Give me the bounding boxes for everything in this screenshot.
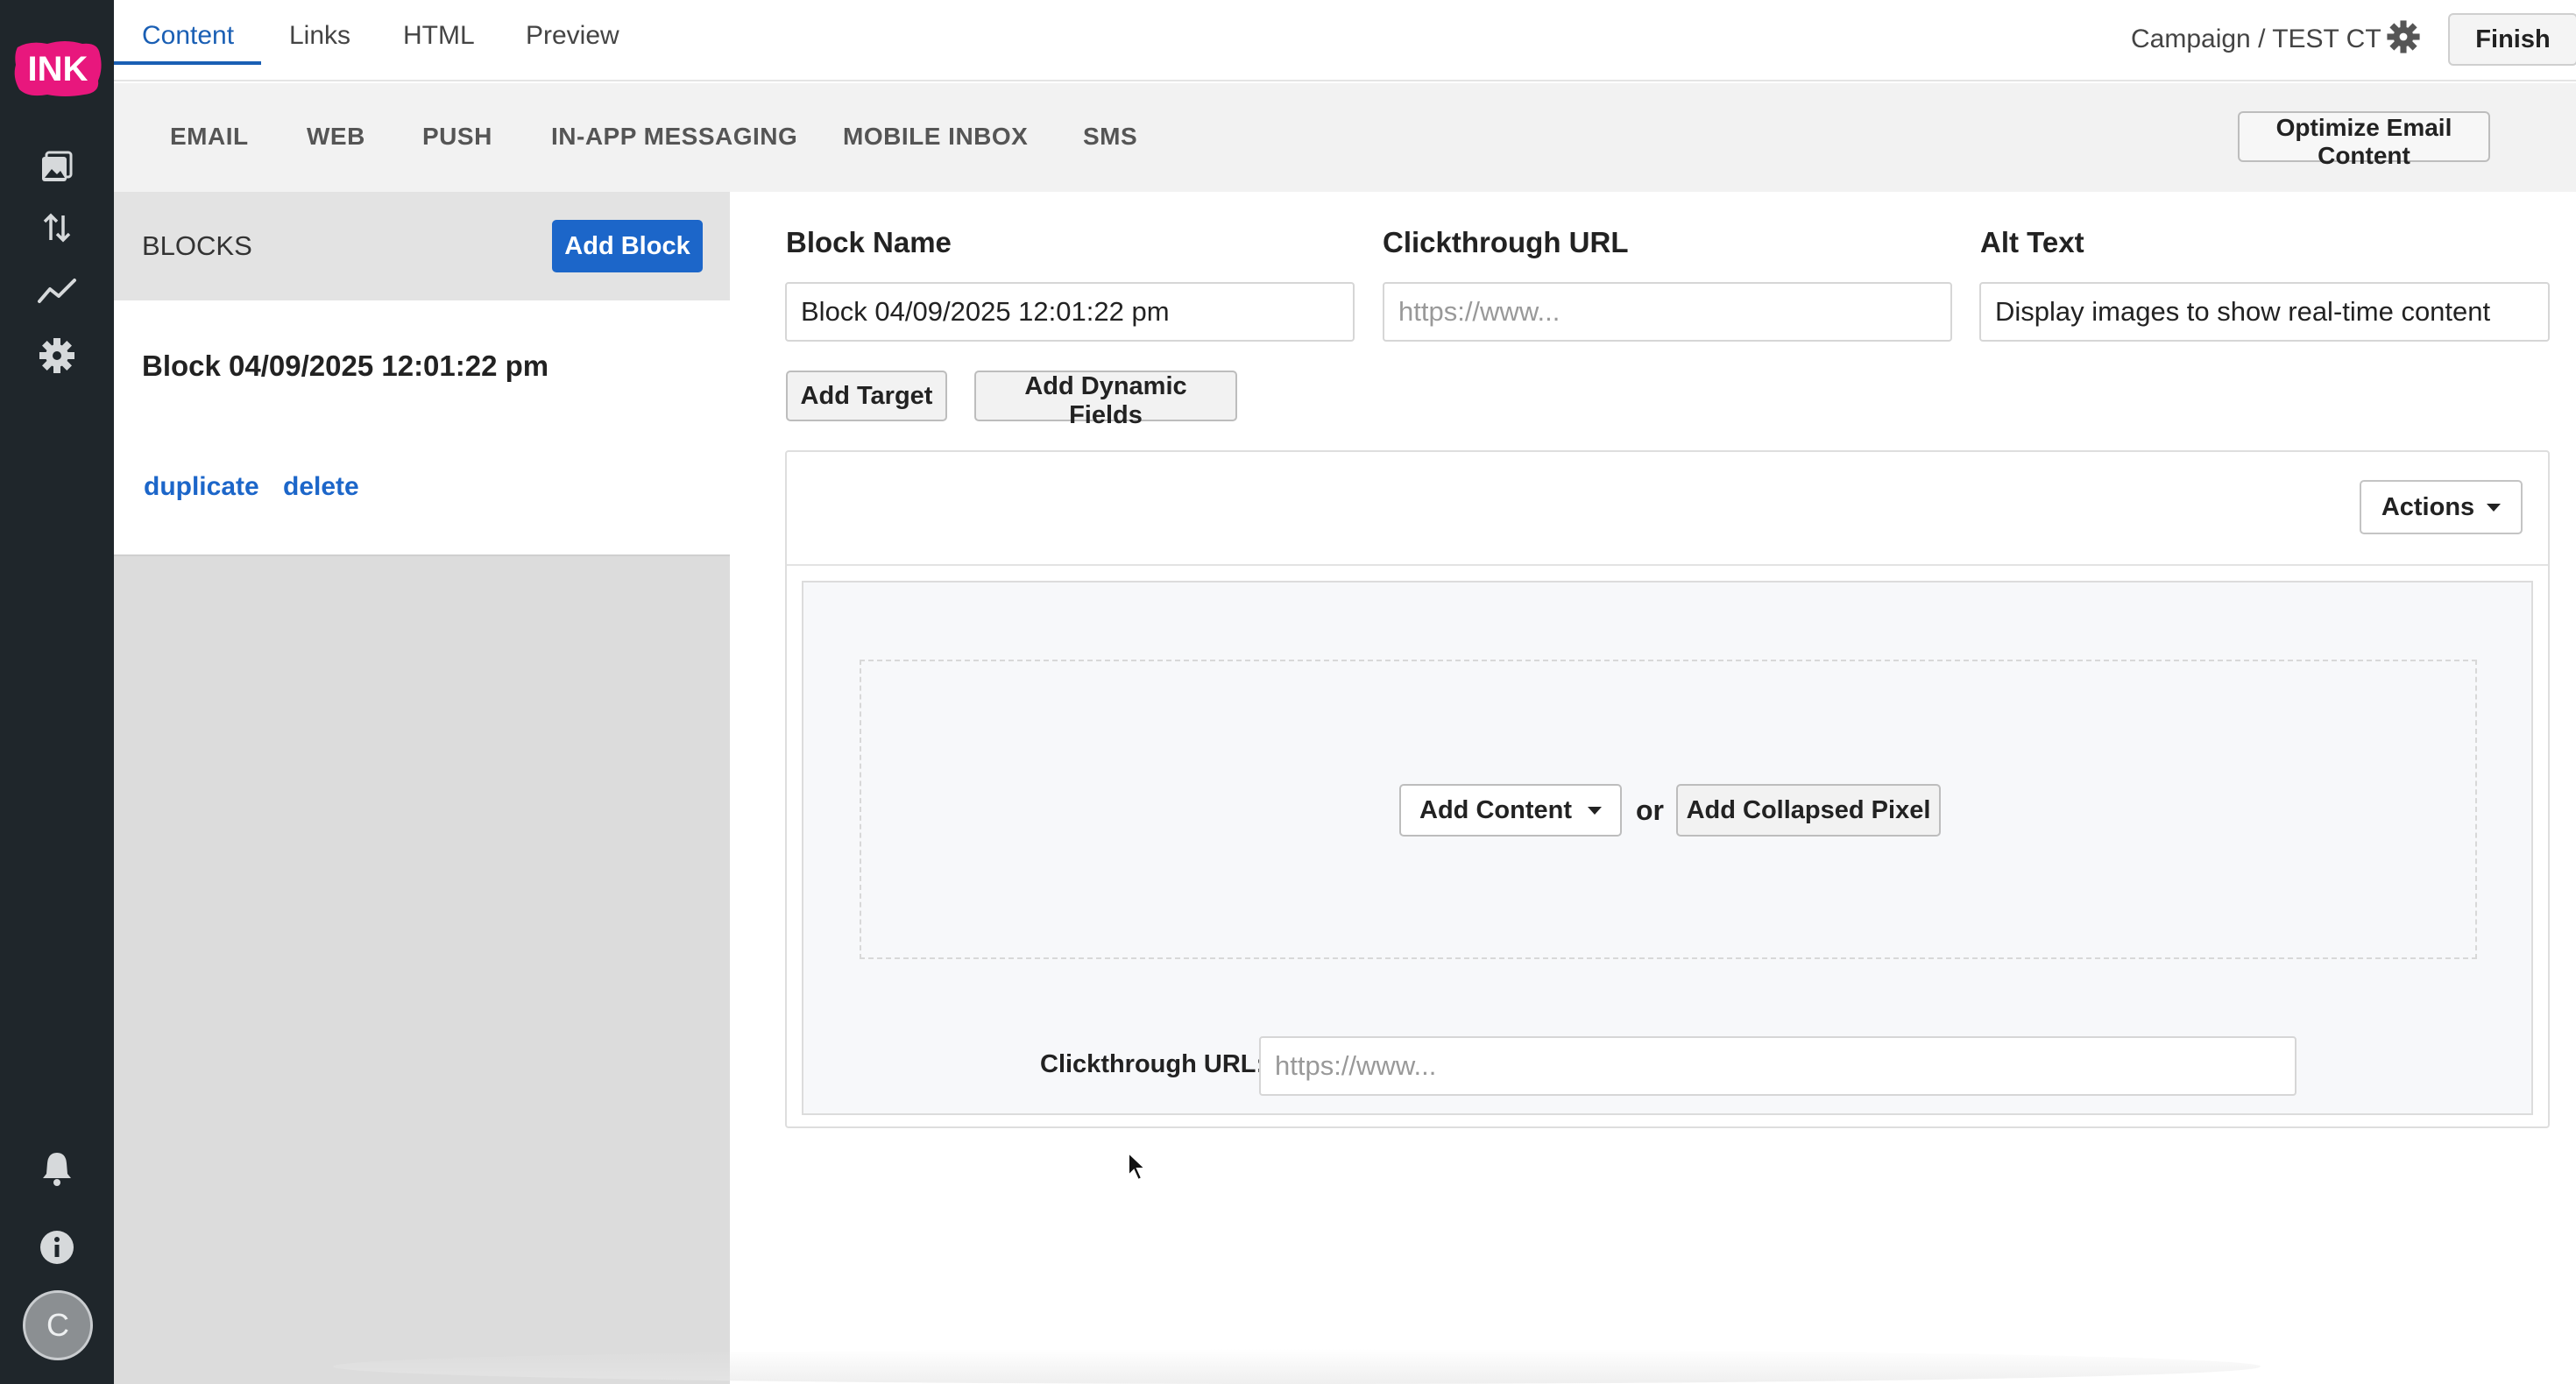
block-list-item[interactable]: Block 04/09/2025 12:01:22 pm duplicate d… xyxy=(114,300,730,556)
tab-html[interactable]: HTML xyxy=(403,21,475,51)
finish-button[interactable]: Finish xyxy=(2448,13,2576,66)
add-content-dropdown[interactable]: Add Content xyxy=(1399,784,1622,837)
left-navigation-rail: INK C xyxy=(0,0,114,1384)
channel-tab-push[interactable]: PUSH xyxy=(422,123,492,151)
inner-clickthrough-url-label: Clickthrough URL: xyxy=(1040,1050,1265,1078)
optimize-email-content-button[interactable]: Optimize Email Content xyxy=(2238,111,2490,169)
mouse-cursor-icon xyxy=(1128,1151,1148,1182)
alt-text-input[interactable] xyxy=(1979,282,2550,342)
block-content-card: Actions Add Content or Add Collapsed Pix… xyxy=(785,450,2550,1128)
channel-tab-in-app-messaging[interactable]: IN-APP MESSAGING xyxy=(551,123,797,151)
add-collapsed-pixel-button[interactable]: Add Collapsed Pixel xyxy=(1676,784,1941,837)
active-tab-underline xyxy=(114,61,261,65)
block-name-label: Block Name xyxy=(786,226,952,258)
info-icon[interactable] xyxy=(34,1225,80,1270)
ink-logo[interactable]: INK xyxy=(12,39,103,98)
bottom-shadow xyxy=(333,1349,2261,1384)
tab-content[interactable]: Content xyxy=(142,21,234,51)
channel-tab-sms[interactable]: SMS xyxy=(1083,123,1137,151)
content-inner-panel: Add Content or Add Collapsed Pixel Click… xyxy=(802,581,2533,1115)
settings-gear-icon[interactable] xyxy=(2383,17,2424,57)
add-content-label: Add Content xyxy=(1419,795,1572,824)
actions-label: Actions xyxy=(2381,492,2475,521)
inner-clickthrough-url-input[interactable] xyxy=(1259,1036,2296,1096)
channel-bar: EMAIL WEB PUSH IN-APP MESSAGING MOBILE I… xyxy=(114,83,2576,192)
block-item-name[interactable]: Block 04/09/2025 12:01:22 pm xyxy=(142,350,548,383)
blocks-panel: BLOCKS Add Block Block 04/09/2025 12:01:… xyxy=(114,192,730,1384)
logo-text: INK xyxy=(28,50,88,88)
add-block-button[interactable]: Add Block xyxy=(552,220,703,272)
user-avatar[interactable]: C xyxy=(23,1290,93,1360)
card-divider xyxy=(787,564,2548,566)
clickthrough-url-label: Clickthrough URL xyxy=(1383,226,1629,258)
channel-tab-email[interactable]: EMAIL xyxy=(170,123,249,151)
tab-preview[interactable]: Preview xyxy=(526,21,619,51)
actions-dropdown[interactable]: Actions xyxy=(2360,480,2523,534)
blocks-header: BLOCKS Add Block xyxy=(114,192,730,300)
notification-bell-icon[interactable] xyxy=(34,1146,80,1191)
add-target-button[interactable]: Add Target xyxy=(786,371,947,421)
settings-gear-icon[interactable] xyxy=(34,333,80,378)
caret-down-icon xyxy=(1587,806,1602,815)
sort-arrows-icon[interactable] xyxy=(34,205,80,251)
analytics-trend-icon[interactable] xyxy=(34,268,80,314)
image-icon[interactable] xyxy=(34,142,80,187)
alt-text-label: Alt Text xyxy=(1980,226,2084,258)
caret-down-icon xyxy=(2487,503,2502,512)
tab-links[interactable]: Links xyxy=(289,21,350,51)
add-dynamic-fields-button[interactable]: Add Dynamic Fields xyxy=(974,371,1237,429)
duplicate-link[interactable]: duplicate xyxy=(144,472,259,502)
breadcrumb: Campaign / TEST CT xyxy=(2131,25,2381,53)
delete-link[interactable]: delete xyxy=(283,472,359,502)
channel-tab-web[interactable]: WEB xyxy=(307,123,365,151)
block-name-input[interactable] xyxy=(785,282,1355,342)
clickthrough-url-input[interactable] xyxy=(1383,282,1952,342)
channel-tab-mobile-inbox[interactable]: MOBILE INBOX xyxy=(843,123,1028,151)
blocks-title: BLOCKS xyxy=(142,230,252,261)
top-bar: Content Links HTML Preview Campaign / TE… xyxy=(114,0,2576,81)
or-separator: or xyxy=(1636,794,1664,826)
content-dropzone[interactable]: Add Content or Add Collapsed Pixel xyxy=(860,660,2477,959)
